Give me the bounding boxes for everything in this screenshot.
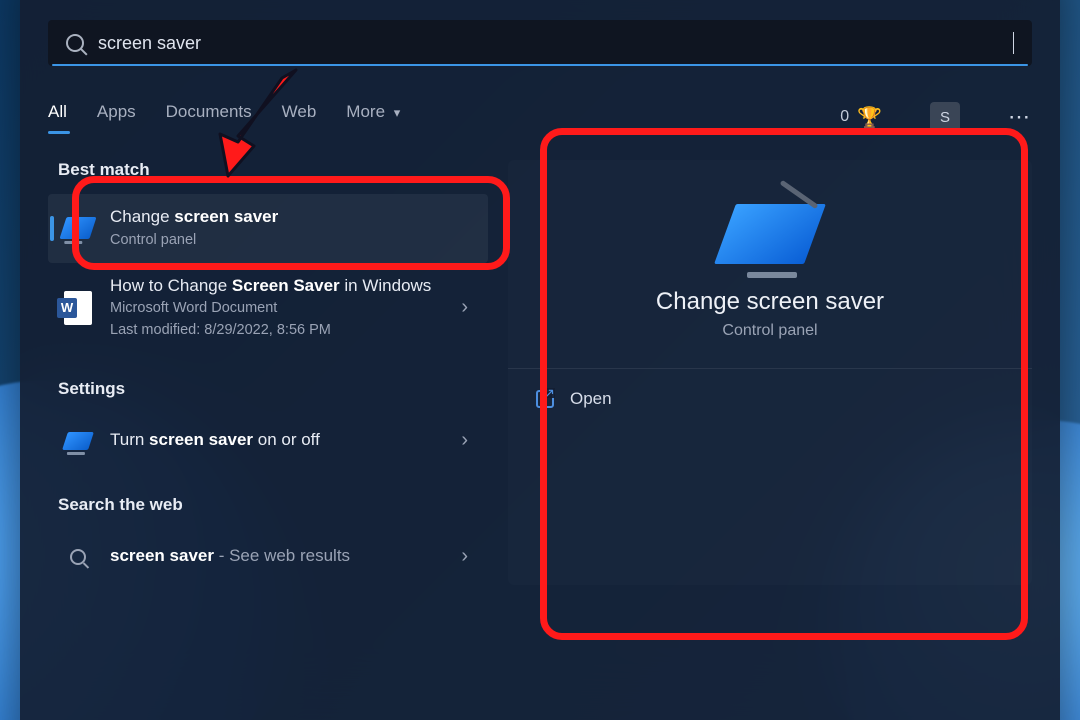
search-input[interactable] bbox=[98, 33, 1013, 54]
results-list: Best match Change screen saver Control p… bbox=[48, 160, 488, 585]
preview-title: Change screen saver bbox=[508, 288, 1032, 316]
preview-icon bbox=[725, 204, 815, 270]
search-bar[interactable] bbox=[48, 20, 1032, 66]
open-label: Open bbox=[570, 389, 612, 409]
rewards-points[interactable]: 0 🏆 bbox=[840, 105, 882, 130]
filter-tabs: All Apps Documents Web More ▾ 0 🏆 S ⋯ bbox=[48, 102, 1032, 132]
monitor-icon bbox=[62, 212, 94, 244]
result-word-document[interactable]: How to Change Screen Saver in Windows Mi… bbox=[48, 263, 488, 353]
user-avatar[interactable]: S bbox=[930, 102, 960, 132]
result-title: Change screen saver bbox=[110, 206, 474, 229]
result-turn-screensaver[interactable]: Turn screen saver on or off › bbox=[48, 413, 488, 469]
text-caret bbox=[1013, 32, 1014, 54]
tab-web[interactable]: Web bbox=[282, 102, 317, 132]
result-title: How to Change Screen Saver in Windows bbox=[110, 275, 439, 298]
open-external-icon bbox=[536, 390, 554, 408]
tab-apps[interactable]: Apps bbox=[97, 102, 136, 132]
preview-subtitle: Control panel bbox=[508, 322, 1032, 340]
tab-more-label: More bbox=[346, 102, 385, 121]
result-web-search[interactable]: screen saver - See web results › bbox=[48, 529, 488, 585]
word-icon bbox=[62, 292, 94, 324]
result-subtitle: Microsoft Word Document bbox=[110, 299, 439, 319]
result-subtitle: Control panel bbox=[110, 231, 474, 251]
monitor-icon bbox=[62, 425, 94, 457]
points-value: 0 bbox=[840, 108, 849, 126]
search-icon bbox=[62, 541, 94, 573]
result-subtitle-2: Last modified: 8/29/2022, 8:56 PM bbox=[110, 321, 439, 341]
chevron-right-icon[interactable]: › bbox=[455, 296, 474, 319]
search-icon bbox=[66, 34, 84, 52]
tab-documents[interactable]: Documents bbox=[166, 102, 252, 132]
tab-more[interactable]: More ▾ bbox=[346, 102, 400, 132]
result-change-screen-saver[interactable]: Change screen saver Control panel bbox=[48, 194, 488, 263]
preview-pane: Change screen saver Control panel Open bbox=[508, 160, 1032, 585]
tab-all[interactable]: All bbox=[48, 102, 67, 132]
section-settings: Settings bbox=[58, 379, 488, 399]
section-best-match: Best match bbox=[58, 160, 488, 180]
result-title: screen saver - See web results bbox=[110, 545, 439, 568]
more-options-button[interactable]: ⋯ bbox=[1008, 104, 1032, 130]
trophy-icon: 🏆 bbox=[857, 105, 882, 130]
chevron-right-icon[interactable]: › bbox=[455, 545, 474, 568]
result-title: Turn screen saver on or off bbox=[110, 429, 439, 452]
open-action[interactable]: Open bbox=[508, 369, 1032, 429]
chevron-down-icon: ▾ bbox=[394, 105, 401, 120]
chevron-right-icon[interactable]: › bbox=[455, 429, 474, 452]
start-search-panel: All Apps Documents Web More ▾ 0 🏆 S ⋯ Be… bbox=[20, 0, 1060, 720]
section-search-web: Search the web bbox=[58, 495, 488, 515]
